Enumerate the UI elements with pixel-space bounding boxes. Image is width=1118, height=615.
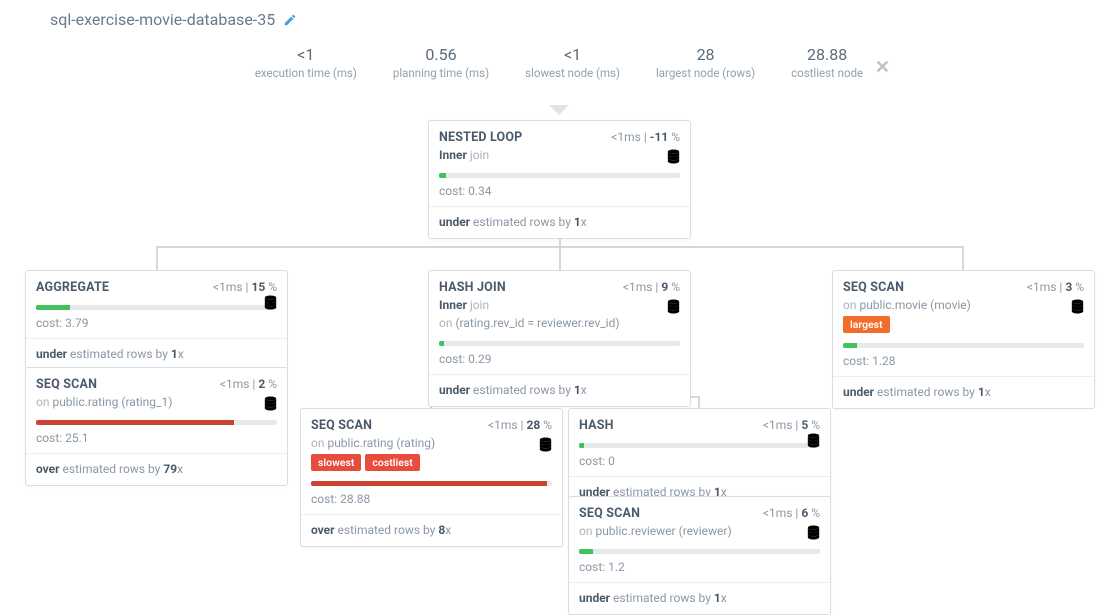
database-icon[interactable] (264, 396, 277, 411)
node-badges: largest (833, 316, 1094, 339)
metric-value: 28 (656, 45, 755, 64)
node-seq-scan-movie[interactable]: SEQ SCAN <1ms | 3 % on public.movie (mov… (832, 270, 1095, 409)
node-timing: <1ms | -11 % (611, 130, 680, 144)
database-icon[interactable] (264, 295, 277, 310)
cost-label: cost: 1.28 (833, 350, 1094, 377)
connector (698, 396, 700, 408)
estimate-label: under estimated rows by 1x (429, 207, 690, 238)
cost-bar (439, 173, 680, 178)
node-name: SEQ SCAN (579, 506, 640, 521)
connector (559, 246, 561, 270)
cost-bar (579, 443, 820, 448)
metric-label: planning time (ms) (393, 66, 489, 80)
cost-label: cost: 25.1 (26, 427, 287, 454)
node-name: HASH JOIN (439, 280, 506, 295)
node-timing: <1ms | 6 % (763, 506, 820, 520)
node-subtitle: Inner join (429, 145, 690, 169)
metric-label: costliest node (791, 66, 863, 80)
database-icon[interactable] (807, 525, 820, 540)
cost-bar (579, 549, 820, 554)
node-name: HASH (579, 418, 614, 433)
metric-largest: 28 largest node (rows) (656, 45, 755, 80)
connector (962, 246, 964, 270)
badge-largest: largest (843, 316, 890, 333)
metric-costliest: 28.88 costliest node (791, 45, 863, 80)
node-name: NESTED LOOP (439, 130, 522, 145)
node-name: SEQ SCAN (843, 280, 904, 295)
node-seq-scan-rating[interactable]: SEQ SCAN <1ms | 28 % on public.rating (r… (300, 408, 563, 547)
estimate-label: under estimated rows by 1x (833, 377, 1094, 408)
node-seq-scan-reviewer[interactable]: SEQ SCAN <1ms | 6 % on public.reviewer (… (568, 496, 831, 615)
badge-costliest: costliest (365, 454, 419, 471)
node-timing: <1ms | 5 % (763, 418, 820, 432)
estimate-label: under estimated rows by 1x (26, 339, 287, 370)
cost-label: cost: 28.88 (301, 488, 562, 515)
node-timing: <1ms | 28 % (488, 418, 552, 432)
connector (156, 246, 158, 270)
cost-label: cost: 0 (569, 450, 830, 477)
metric-label: execution time (ms) (255, 66, 357, 80)
estimate-label: over estimated rows by 8x (301, 515, 562, 546)
cost-label: cost: 0.34 (429, 180, 690, 207)
node-subtitle2: on (rating.rev_id = reviewer.rev_id) (429, 313, 690, 337)
metric-value: <1 (525, 45, 620, 64)
database-icon[interactable] (667, 299, 680, 314)
node-timing: <1ms | 9 % (623, 280, 680, 294)
metric-plan-time: 0.56 planning time (ms) (393, 45, 489, 80)
cost-label: cost: 0.29 (429, 348, 690, 375)
node-subtitle: Inner join (429, 295, 690, 313)
node-badges: slowest costliest (301, 454, 562, 477)
node-subtitle: on public.rating (rating) (301, 433, 562, 454)
badge-slowest: slowest (311, 454, 361, 471)
page-title: sql-exercise-movie-database-35 (50, 10, 275, 29)
metric-value: <1 (255, 45, 357, 64)
metric-exec-time: <1 execution time (ms) (255, 45, 357, 80)
edit-icon[interactable] (283, 13, 297, 27)
chevron-down-icon (549, 105, 569, 115)
node-nested-loop[interactable]: NESTED LOOP <1ms | -11 % Inner join cost… (428, 120, 691, 239)
node-timing: <1ms | 3 % (1027, 280, 1084, 294)
metric-slowest: <1 slowest node (ms) (525, 45, 620, 80)
database-icon[interactable] (667, 149, 680, 164)
close-icon[interactable]: ✕ (875, 57, 890, 78)
estimate-label: under estimated rows by 1x (569, 583, 830, 614)
title-row: sql-exercise-movie-database-35 (0, 0, 1118, 39)
metric-value: 28.88 (791, 45, 863, 64)
node-subtitle: on public.reviewer (reviewer) (569, 521, 830, 545)
metric-value: 0.56 (393, 45, 489, 64)
database-icon[interactable] (807, 433, 820, 448)
metric-label: slowest node (ms) (525, 66, 620, 80)
estimate-label: under estimated rows by 1x (429, 375, 690, 406)
cost-label: cost: 1.2 (569, 556, 830, 583)
node-subtitle: on public.rating (rating_1) (26, 392, 287, 416)
node-seq-scan-rating1[interactable]: SEQ SCAN <1ms | 2 % on public.rating (ra… (25, 367, 288, 486)
cost-bar (36, 305, 277, 310)
node-name: SEQ SCAN (311, 418, 372, 433)
cost-bar (311, 481, 552, 486)
metrics-bar: <1 execution time (ms) 0.56 planning tim… (0, 39, 1118, 104)
cost-bar (843, 343, 1084, 348)
node-hash[interactable]: HASH <1ms | 5 % cost: 0 under estimated … (568, 408, 831, 509)
node-subtitle: on public.movie (movie) (833, 295, 1094, 316)
node-name: AGGREGATE (36, 280, 109, 295)
node-timing: <1ms | 2 % (220, 377, 277, 391)
metric-label: largest node (rows) (656, 66, 755, 80)
node-timing: <1ms | 15 % (213, 280, 277, 294)
node-hash-join[interactable]: HASH JOIN <1ms | 9 % Inner join on (rati… (428, 270, 691, 407)
cost-label: cost: 3.79 (26, 312, 287, 339)
database-icon[interactable] (539, 437, 552, 452)
estimate-label: over estimated rows by 79x (26, 454, 287, 485)
cost-bar (36, 420, 277, 425)
node-name: SEQ SCAN (36, 377, 97, 392)
cost-bar (439, 341, 680, 346)
node-aggregate[interactable]: AGGREGATE <1ms | 15 % cost: 3.79 under e… (25, 270, 288, 371)
database-icon[interactable] (1071, 299, 1084, 314)
